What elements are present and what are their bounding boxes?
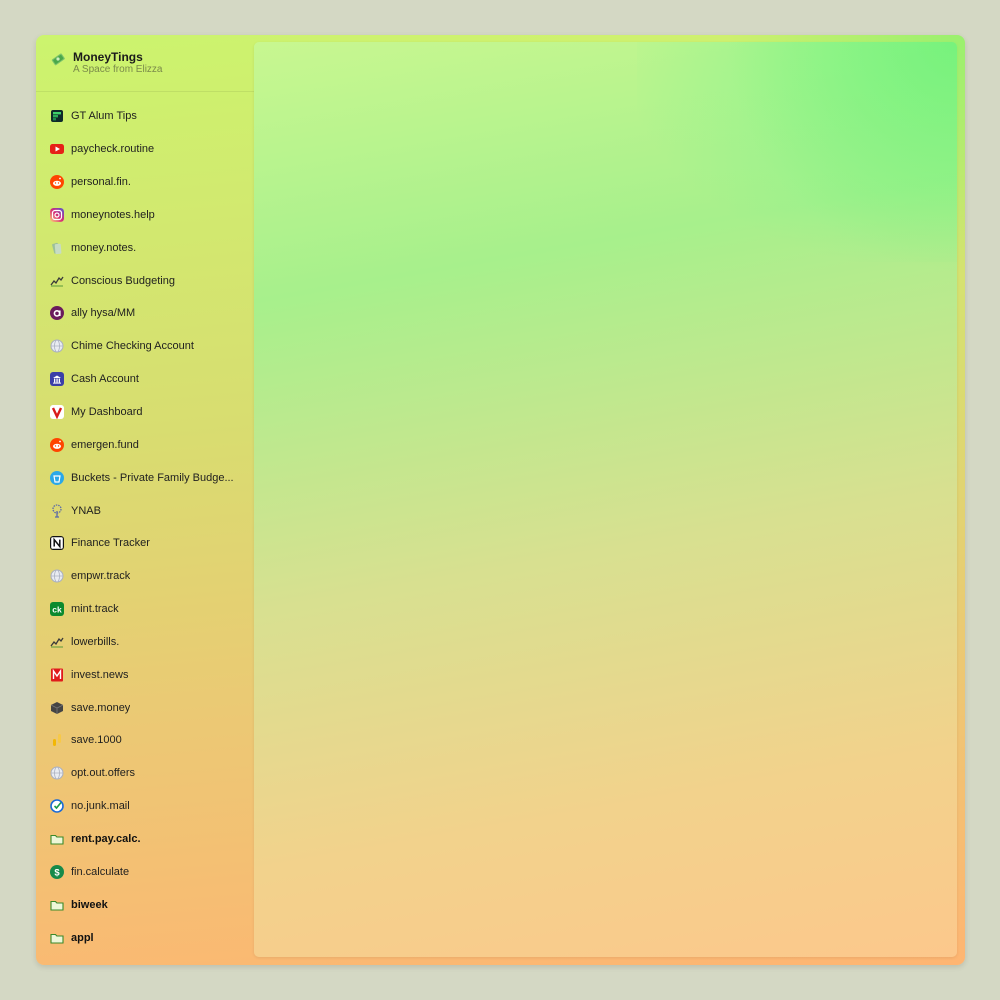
bookmark-list: GT Alum Tips paycheck.routine personal.fin… bbox=[36, 100, 254, 954]
globe-icon bbox=[50, 339, 64, 353]
sidebar-item-buckets-private-family-budge[interactable]: Buckets - Private Family Budge... bbox=[36, 461, 254, 494]
sidebar-item-label: Cash Account bbox=[71, 373, 139, 386]
folder-icon bbox=[50, 832, 64, 846]
money-bills-icon bbox=[51, 53, 65, 66]
sidebar-item-label: appl bbox=[71, 931, 94, 944]
sidebar-item-label: YNAB bbox=[71, 504, 101, 517]
sidebar: MoneyTings A Space from Elizza GT Alum T… bbox=[36, 35, 254, 965]
check-circle-icon bbox=[50, 799, 64, 813]
instagram-icon bbox=[50, 207, 64, 222]
reddit-icon bbox=[50, 175, 64, 190]
dollar-circle-icon: $ bbox=[50, 864, 64, 879]
folder-icon bbox=[50, 931, 64, 945]
chart-line-icon bbox=[50, 274, 64, 288]
folder-icon bbox=[50, 898, 64, 912]
cube-icon bbox=[50, 701, 64, 715]
sidebar-item-biweek[interactable]: biweek bbox=[36, 888, 254, 921]
content-pane bbox=[254, 42, 957, 957]
sidebar-item-invest-news[interactable]: invest.news bbox=[36, 658, 254, 691]
sidebar-item-gt-alum-tips[interactable]: GT Alum Tips bbox=[36, 100, 254, 133]
space-header[interactable]: MoneyTings A Space from Elizza bbox=[36, 35, 254, 92]
sidebar-item-label: Conscious Budgeting bbox=[71, 274, 175, 287]
sidebar-item-label: Buckets - Private Family Budge... bbox=[71, 471, 234, 484]
sidebar-item-label: biweek bbox=[71, 898, 108, 911]
sidebar-item-conscious-budgeting[interactable]: Conscious Budgeting bbox=[36, 264, 254, 297]
sidebar-item-cash-account[interactable]: Cash Account bbox=[36, 363, 254, 396]
sidebar-item-label: paycheck.routine bbox=[71, 143, 155, 156]
reddit-icon bbox=[50, 437, 64, 452]
sidebar-item-label: money.notes. bbox=[71, 241, 137, 254]
youtube-icon bbox=[50, 142, 64, 156]
sidebar-item-save-1000[interactable]: save.1000 bbox=[36, 724, 254, 757]
sidebar-item-label: My Dashboard bbox=[71, 406, 143, 419]
sidebar-item-my-dashboard[interactable]: My Dashboard bbox=[36, 396, 254, 429]
sidebar-item-label: lowerbills. bbox=[71, 635, 120, 648]
sidebar-item-label: personal.fin. bbox=[71, 176, 131, 189]
sidebar-item-label: save.1000 bbox=[71, 734, 122, 747]
space-subtitle: A Space from Elizza bbox=[73, 64, 163, 75]
svg-text:$: $ bbox=[54, 867, 60, 878]
sidebar-item-paycheck-routine[interactable]: paycheck.routine bbox=[36, 133, 254, 166]
coin-icon bbox=[50, 733, 64, 747]
sidebar-item-opt-out-offers[interactable]: opt.out.offers bbox=[36, 757, 254, 790]
sidebar-item-label: ally hysa/MM bbox=[71, 307, 136, 320]
sidebar-item-label: emergen.fund bbox=[71, 438, 139, 451]
notion-icon bbox=[50, 536, 64, 551]
sidebar-item-fin-calculate[interactable]: $ fin.calculate bbox=[36, 855, 254, 888]
sidebar-item-appl[interactable]: appl bbox=[36, 921, 254, 954]
sidebar-item-rent-pay-calc[interactable]: rent.pay.calc. bbox=[36, 823, 254, 856]
money-icon bbox=[50, 241, 64, 255]
space-name: MoneyTings bbox=[73, 50, 143, 64]
app-window: MoneyTings A Space from Elizza GT Alum T… bbox=[36, 35, 965, 965]
sidebar-item-mint-track[interactable]: ck mint.track bbox=[36, 593, 254, 626]
sidebar-item-personal-fin[interactable]: personal.fin. bbox=[36, 166, 254, 199]
sidebar-item-label: rent.pay.calc. bbox=[71, 832, 141, 845]
sidebar-item-empwr-track[interactable]: empwr.track bbox=[36, 560, 254, 593]
sidebar-item-moneynotes-help[interactable]: moneynotes.help bbox=[36, 199, 254, 232]
sidebar-item-ynab[interactable]: YNAB bbox=[36, 494, 254, 527]
bank-icon bbox=[50, 372, 64, 387]
sidebar-item-ally-hysa-mm[interactable]: ally hysa/MM bbox=[36, 297, 254, 330]
svg-text:ck: ck bbox=[52, 604, 62, 614]
stack-icon bbox=[50, 109, 64, 123]
sidebar-item-lowerbills[interactable]: lowerbills. bbox=[36, 626, 254, 659]
sidebar-item-save-money[interactable]: save.money bbox=[36, 691, 254, 724]
globe-icon bbox=[50, 569, 64, 583]
tree-icon bbox=[50, 503, 64, 518]
sidebar-item-label: no.junk.mail bbox=[71, 800, 130, 813]
sidebar-item-label: save.money bbox=[71, 701, 131, 714]
sidebar-item-label: Finance Tracker bbox=[71, 537, 150, 550]
sidebar-item-money-notes[interactable]: money.notes. bbox=[36, 231, 254, 264]
ck-icon: ck bbox=[50, 602, 64, 617]
chart-line-icon bbox=[50, 635, 64, 649]
v-icon bbox=[50, 405, 64, 420]
sidebar-item-label: mint.track bbox=[71, 603, 119, 616]
sidebar-item-label: moneynotes.help bbox=[71, 208, 155, 221]
ally-icon bbox=[50, 306, 64, 321]
sidebar-item-emergen-fund[interactable]: emergen.fund bbox=[36, 428, 254, 461]
sidebar-item-no-junk-mail[interactable]: no.junk.mail bbox=[36, 790, 254, 823]
globe-icon bbox=[50, 766, 64, 780]
sidebar-item-label: Chime Checking Account bbox=[71, 340, 194, 353]
sidebar-item-label: fin.calculate bbox=[71, 865, 130, 878]
sidebar-item-label: empwr.track bbox=[71, 570, 131, 583]
m-icon bbox=[50, 668, 64, 682]
buckets-icon bbox=[50, 470, 64, 485]
sidebar-item-label: opt.out.offers bbox=[71, 767, 136, 780]
sidebar-item-label: GT Alum Tips bbox=[71, 110, 137, 123]
sidebar-item-finance-tracker[interactable]: Finance Tracker bbox=[36, 527, 254, 560]
sidebar-item-chime-checking-account[interactable]: Chime Checking Account bbox=[36, 330, 254, 363]
sidebar-item-label: invest.news bbox=[71, 668, 129, 681]
